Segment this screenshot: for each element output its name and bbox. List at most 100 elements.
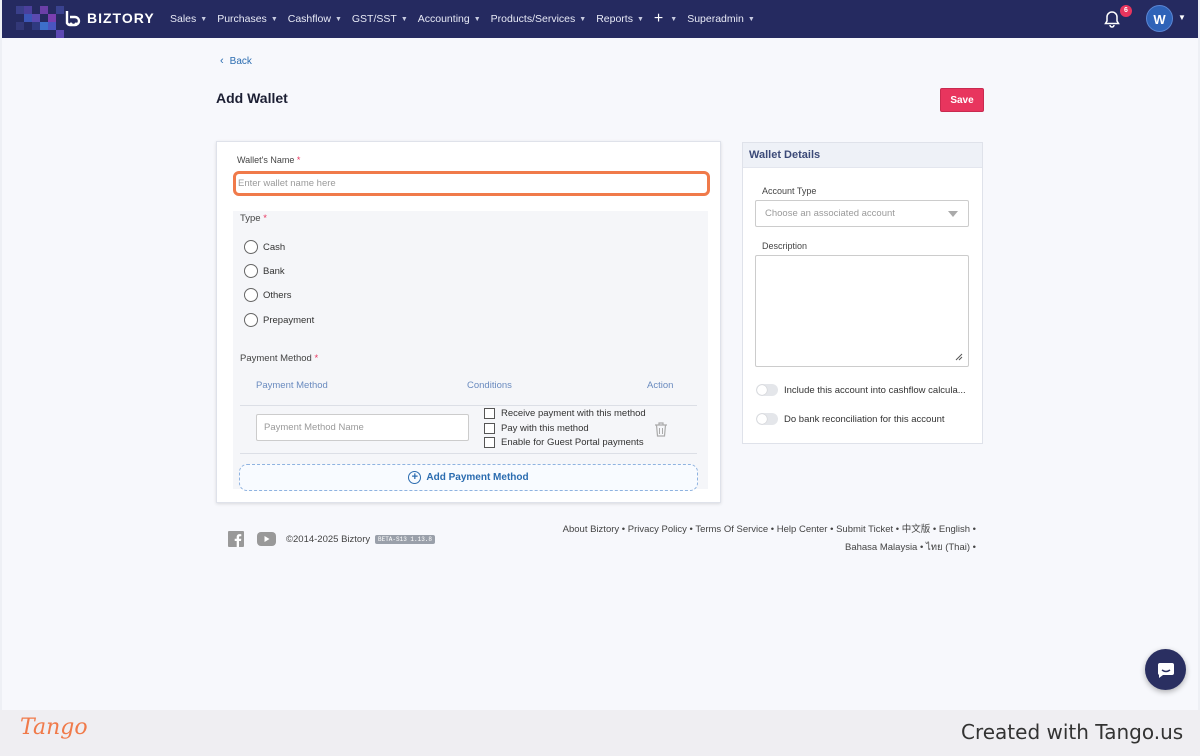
toggle-label: Do bank reconciliation for this account <box>784 413 945 425</box>
caret-down-icon: ▼ <box>636 15 644 23</box>
add-payment-method-button[interactable]: + Add Payment Method <box>239 464 698 491</box>
menu-purchases[interactable]: Purchases ▼ <box>217 13 278 25</box>
menu-gst-sst[interactable]: GST/SST ▼ <box>352 13 408 25</box>
menu-label: Reports <box>596 13 633 25</box>
notification-badge: 6 <box>1120 5 1132 17</box>
menu-label: Cashflow <box>287 13 331 25</box>
account-type-label: Account Type <box>762 186 817 196</box>
brand-logo[interactable]: BIZTORY <box>64 9 155 27</box>
toggle-switch[interactable] <box>756 384 778 396</box>
condition-pay-with-method[interactable]: Pay with this method <box>484 423 589 434</box>
dropdown-arrow-icon <box>948 211 958 217</box>
user-avatar[interactable]: W <box>1146 5 1173 32</box>
type-radio-others[interactable]: Others <box>244 288 292 302</box>
menu-products-services[interactable]: Products/Services ▼ <box>491 13 587 25</box>
caret-down-icon: ▼ <box>579 15 587 23</box>
menu-cashflow[interactable]: Cashflow ▼ <box>288 13 342 25</box>
checkbox-label: Receive payment with this method <box>501 408 646 419</box>
chevron-left-icon: ‹ <box>220 55 224 67</box>
footer-links-line-1: About Biztory • Privacy Policy • Terms O… <box>562 524 976 535</box>
pm-col-method-header: Payment Method <box>256 380 328 391</box>
divider <box>240 453 697 454</box>
footer-link-privacy[interactable]: Privacy Policy <box>628 524 687 535</box>
caret-down-icon: ▼ <box>400 15 408 23</box>
menu-accounting[interactable]: Accounting ▼ <box>418 13 481 25</box>
back-label: Back <box>229 55 252 67</box>
checkbox-label: Enable for Guest Portal payments <box>501 437 644 448</box>
condition-receive-payment[interactable]: Receive payment with this method <box>484 408 646 419</box>
pm-col-action-header: Action <box>647 380 674 391</box>
back-link[interactable]: ‹ Back <box>220 55 252 67</box>
save-button[interactable]: Save <box>940 88 984 112</box>
copyright-text: ©2014-2025 Biztory <box>286 534 371 545</box>
footer-link-ticket[interactable]: Submit Ticket <box>836 524 893 535</box>
caret-down-icon: ▼ <box>747 15 755 23</box>
menu-superadmin[interactable]: Superadmin ▼ <box>687 13 755 25</box>
toggle-cashflow-calculation[interactable]: Include this account into cashflow calcu… <box>756 384 966 396</box>
payment-method-label: Payment Method * <box>240 353 318 364</box>
menu-label: Accounting <box>417 13 470 25</box>
type-radio-bank[interactable]: Bank <box>244 264 285 278</box>
brand-name: BIZTORY <box>87 10 155 26</box>
brand-pixel-decoration <box>2 0 72 38</box>
plus-circle-icon: + <box>408 471 422 484</box>
required-marker: * <box>263 213 267 224</box>
radio-button[interactable] <box>244 313 258 327</box>
menu-label: Sales <box>170 13 197 25</box>
type-radio-prepayment[interactable]: Prepayment <box>244 313 314 327</box>
facebook-icon[interactable] <box>228 531 244 547</box>
radio-label: Bank <box>263 265 285 277</box>
bell-icon[interactable] <box>1104 10 1120 28</box>
footer-link-chinese[interactable]: 中文版 <box>902 524 931 535</box>
footer-links-line-2: Bahasa Malaysia • ไทย (Thai) • <box>845 541 976 553</box>
footer-link-about[interactable]: About Biztory <box>563 524 620 535</box>
add-pm-label: Add Payment Method <box>426 472 529 483</box>
menu-quick-add[interactable]: + ▼ <box>654 10 677 28</box>
footer-link-english[interactable]: English <box>939 524 970 535</box>
wallet-details-title: Wallet Details <box>743 143 982 168</box>
radio-button[interactable] <box>244 288 258 302</box>
biztory-logo-icon <box>65 11 81 27</box>
radio-label: Others <box>263 289 292 301</box>
caret-down-icon: ▼ <box>270 15 278 23</box>
toggle-switch[interactable] <box>756 413 778 425</box>
account-type-select[interactable]: Choose an associated account <box>755 200 969 227</box>
caret-down-icon: ▼ <box>200 15 208 23</box>
footer-link-terms[interactable]: Terms Of Service <box>695 524 768 535</box>
checkbox[interactable] <box>484 408 495 419</box>
checkbox[interactable] <box>484 423 495 434</box>
description-textarea[interactable] <box>755 255 969 367</box>
payment-method-name-input[interactable] <box>256 414 469 441</box>
tango-created-text: Created with Tango.us <box>961 720 1184 744</box>
toggle-label: Include this account into cashflow calcu… <box>784 384 966 396</box>
tango-logo: Tango <box>20 715 88 740</box>
youtube-icon[interactable] <box>257 532 276 546</box>
resize-grip-icon[interactable] <box>953 351 963 361</box>
toggle-bank-reconciliation[interactable]: Do bank reconciliation for this account <box>756 413 945 425</box>
menu-label: GST/SST <box>351 13 397 25</box>
menu-reports[interactable]: Reports ▼ <box>596 13 644 25</box>
radio-button[interactable] <box>244 240 258 254</box>
radio-label: Prepayment <box>263 314 315 326</box>
type-radio-cash[interactable]: Cash <box>244 240 285 254</box>
label-text: Wallet's Name <box>237 155 295 165</box>
plus-icon: + <box>653 10 664 27</box>
wallet-name-input[interactable] <box>233 171 710 196</box>
menu-label: Products/Services <box>490 13 576 25</box>
footer-link-help[interactable]: Help Center <box>777 524 828 535</box>
trash-icon[interactable] <box>654 422 668 437</box>
menu-sales[interactable]: Sales ▼ <box>170 13 207 25</box>
label-text: Payment Method <box>240 353 312 364</box>
page-title: Add Wallet <box>216 90 288 106</box>
caret-down-icon: ▼ <box>670 15 678 23</box>
label-text: Type <box>240 213 261 224</box>
description-label: Description <box>762 241 808 251</box>
checkbox[interactable] <box>484 437 495 448</box>
chevron-down-icon[interactable]: ▼ <box>1178 13 1186 22</box>
pm-col-conditions-header: Conditions <box>467 380 512 391</box>
chat-widget-button[interactable] <box>1145 649 1186 690</box>
footer-link-thai[interactable]: ไทย (Thai) <box>926 542 970 553</box>
condition-guest-portal[interactable]: Enable for Guest Portal payments <box>484 437 644 448</box>
footer-link-malay[interactable]: Bahasa Malaysia <box>845 542 917 553</box>
radio-button[interactable] <box>244 264 258 278</box>
